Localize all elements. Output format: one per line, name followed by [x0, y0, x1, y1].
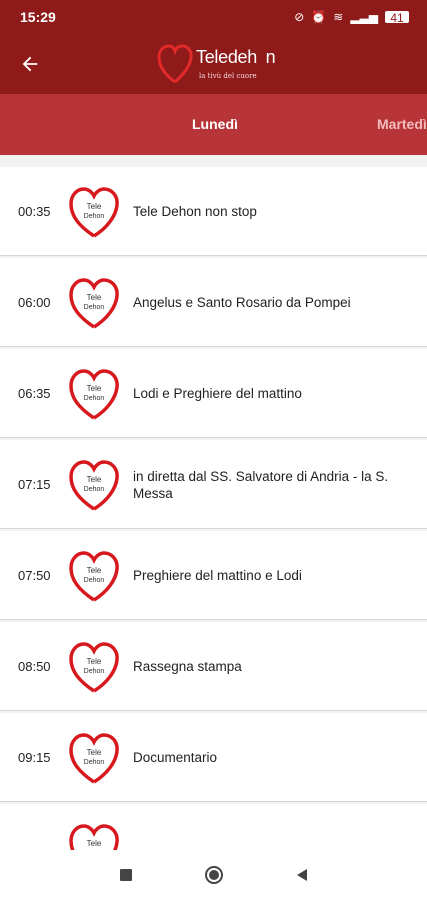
program-title: Rassegna stampa: [133, 659, 242, 674]
program-time: 08:50: [18, 659, 51, 674]
app-bar: Teledeh n la tivù del cuore: [0, 34, 427, 94]
tele-dehon-heart-icon: Tele Dehon: [69, 824, 119, 850]
schedule-row[interactable]: 00:35 Tele Dehon Tele Dehon non stop: [0, 167, 427, 256]
svg-text:Tele: Tele: [87, 475, 102, 484]
logo-tagline: la tivù del cuore: [199, 72, 257, 80]
program-time: 06:35: [18, 386, 51, 401]
svg-text:Dehon: Dehon: [84, 577, 105, 584]
battery-icon: 41: [385, 11, 409, 24]
status-icons: ⊘ ⏰ ≋ ▂▃▅ 41: [294, 10, 409, 24]
program-title: Preghiere del mattino e Lodi: [133, 568, 302, 583]
svg-text:Dehon: Dehon: [84, 304, 105, 311]
svg-text:Tele: Tele: [87, 293, 102, 302]
triangle-left-icon: [297, 869, 307, 881]
schedule-row[interactable]: Tele Dehon: [0, 804, 427, 850]
arrow-left-icon: [22, 56, 38, 72]
schedule-row[interactable]: 07:15 Tele Dehon in diretta dal SS. Salv…: [0, 440, 427, 529]
wifi-icon: ≋: [333, 10, 344, 24]
tele-dehon-heart-icon: Tele Dehon: [69, 187, 119, 238]
schedule-row[interactable]: 07:50 Tele Dehon Preghiere del mattino e…: [0, 531, 427, 620]
program-title: Documentario: [133, 750, 218, 765]
svg-text:Dehon: Dehon: [84, 486, 105, 493]
signal-icon: ▂▃▅: [350, 10, 378, 24]
svg-text:Tele: Tele: [87, 748, 102, 757]
circle-icon: [205, 866, 223, 884]
tele-dehon-heart-icon: Tele Dehon: [69, 733, 119, 784]
status-time: 15:29: [20, 9, 56, 25]
svg-text:Tele: Tele: [87, 839, 102, 848]
tele-dehon-heart-icon: Tele Dehon: [69, 642, 119, 693]
telehedon-logo: Teledeh n la tivù del cuore: [156, 42, 286, 86]
program-time: 07:50: [18, 568, 51, 583]
schedule-row[interactable]: 09:15 Tele Dehon Documentario: [0, 713, 427, 802]
status-bar: 15:29 ⊘ ⏰ ≋ ▂▃▅ 41: [0, 0, 427, 34]
back-nav-button[interactable]: [290, 863, 314, 887]
schedule-row[interactable]: 06:00 Tele Dehon Angelus e Santo Rosario…: [0, 258, 427, 347]
svg-text:Dehon: Dehon: [84, 395, 105, 402]
alarm-icon: ⏰: [311, 10, 327, 24]
tab-martedi[interactable]: Martedì: [377, 94, 427, 155]
tele-dehon-heart-icon: Tele Dehon: [69, 369, 119, 420]
svg-text:Dehon: Dehon: [84, 668, 105, 675]
tele-dehon-heart-icon: Tele Dehon: [69, 460, 119, 511]
program-time: 06:00: [18, 295, 51, 310]
program-title: Tele Dehon non stop: [133, 204, 257, 219]
program-time: 00:35: [18, 204, 51, 219]
system-nav-bar: [0, 850, 427, 900]
svg-text:Tele: Tele: [87, 657, 102, 666]
recents-button[interactable]: [114, 863, 138, 887]
schedule-list: 00:35 Tele Dehon Tele Dehon non stop 06:…: [0, 167, 427, 850]
program-title: Lodi e Preghiere del mattino: [133, 386, 302, 401]
tele-dehon-heart-icon: Tele Dehon: [69, 278, 119, 329]
logo-text: Teledeh n: [196, 47, 276, 67]
schedule-row[interactable]: 08:50 Tele Dehon Rassegna stampa: [0, 622, 427, 711]
day-tabs: Lunedì Martedì: [0, 94, 427, 155]
schedule-row[interactable]: 06:35 Tele Dehon Lodi e Preghiere del ma…: [0, 349, 427, 438]
svg-text:Tele: Tele: [87, 202, 102, 211]
program-title: [133, 804, 407, 850]
program-time: 07:15: [18, 477, 51, 492]
back-button[interactable]: [14, 48, 46, 80]
svg-text:Tele: Tele: [87, 384, 102, 393]
mute-icon: ⊘: [294, 10, 305, 24]
program-title: in diretta dal SS. Salvatore di Andria -…: [133, 468, 389, 501]
tele-dehon-heart-icon: Tele Dehon: [69, 551, 119, 602]
home-button[interactable]: [202, 863, 226, 887]
square-icon: [120, 869, 132, 881]
svg-text:Dehon: Dehon: [84, 759, 105, 766]
program-time: 09:15: [18, 750, 51, 765]
heart-logo-icon: [157, 44, 193, 84]
program-title: Angelus e Santo Rosario da Pompei: [133, 295, 351, 310]
tab-lunedi[interactable]: Lunedì: [192, 94, 238, 155]
svg-text:Dehon: Dehon: [84, 213, 105, 220]
svg-text:Tele: Tele: [87, 566, 102, 575]
